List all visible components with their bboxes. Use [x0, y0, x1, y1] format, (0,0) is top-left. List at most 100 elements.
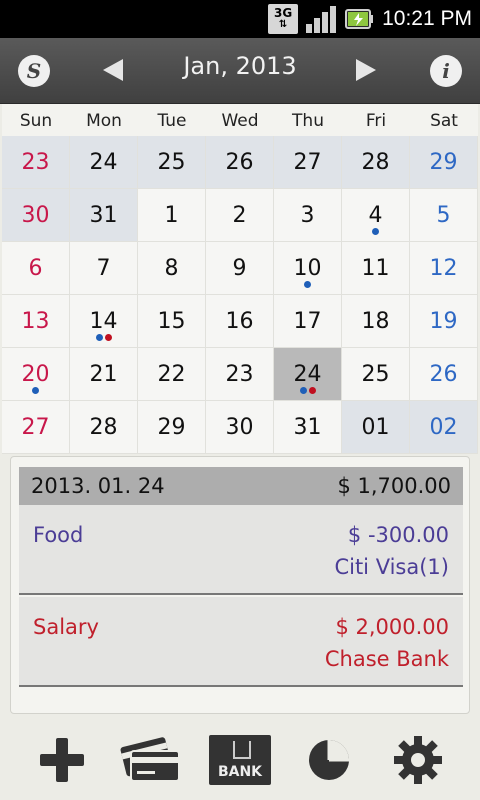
calendar-day[interactable]: 5 — [410, 189, 478, 242]
clock: 10:21 PM — [382, 7, 472, 30]
calendar-day[interactable]: 26 — [410, 348, 478, 401]
transaction-amount: $ -300.00 — [347, 523, 449, 547]
status-bar: 3G ⇅ 10:21 PM — [0, 0, 480, 38]
weekday-label: Wed — [221, 111, 259, 131]
calendar-day[interactable]: 1 — [138, 189, 206, 242]
day-number: 18 — [361, 308, 390, 334]
day-number: 26 — [225, 149, 254, 175]
calendar-day[interactable]: 27 — [2, 401, 70, 454]
day-number: 5 — [436, 202, 451, 228]
calendar-day[interactable]: 02 — [410, 401, 478, 454]
transaction-row[interactable]: Food $ -300.00 Citi Visa(1) — [19, 505, 463, 595]
battery-charging-icon — [345, 9, 374, 29]
day-number: 3 — [300, 202, 315, 228]
calendar-day[interactable]: 7 — [70, 242, 138, 295]
calendar-day[interactable]: 23 — [2, 136, 70, 189]
day-number: 4 — [368, 202, 383, 228]
calendar-day[interactable]: 15 — [138, 295, 206, 348]
bank-button[interactable]: BANK — [206, 728, 274, 792]
statistics-button[interactable] — [295, 728, 363, 792]
day-number: 23 — [225, 361, 254, 387]
network-label: 3G — [274, 6, 293, 20]
day-number: 22 — [157, 361, 186, 387]
day-number: 01 — [361, 414, 390, 440]
day-number: 2 — [232, 202, 247, 228]
calendar-day[interactable]: 4 — [342, 189, 410, 242]
calendar-day[interactable]: 10 — [274, 242, 342, 295]
gear-icon — [393, 736, 442, 784]
day-number: 10 — [293, 255, 322, 281]
day-detail-panel: 2013. 01. 24 $ 1,700.00 Food $ -300.00 C… — [10, 456, 470, 714]
add-transaction-button[interactable] — [28, 728, 96, 792]
calendar-day[interactable]: 18 — [342, 295, 410, 348]
calendar-day[interactable]: 29 — [410, 136, 478, 189]
income-dot-icon — [104, 334, 112, 341]
bottom-toolbar: BANK — [0, 720, 480, 800]
settings-button[interactable] — [384, 728, 452, 792]
calendar-day[interactable]: 25 — [342, 348, 410, 401]
calendar-day[interactable]: 2 — [206, 189, 274, 242]
signal-strength-icon — [306, 6, 337, 33]
expense-dot-icon — [372, 228, 379, 235]
calendar-day[interactable]: 30 — [206, 401, 274, 454]
calendar-day[interactable]: 25 — [138, 136, 206, 189]
status-icons: 3G ⇅ 10:21 PM — [268, 3, 472, 35]
calendar-day[interactable]: 31 — [70, 189, 138, 242]
day-number: 17 — [293, 308, 322, 334]
calendar-day[interactable]: 14 — [70, 295, 138, 348]
day-number: 7 — [96, 255, 111, 281]
calendar-day[interactable]: 29 — [138, 401, 206, 454]
calendar-day[interactable]: 16 — [206, 295, 274, 348]
s-logo-icon[interactable]: S — [18, 55, 50, 87]
transaction-indicators — [70, 334, 137, 341]
calendar-day[interactable]: 8 — [138, 242, 206, 295]
calendar-day[interactable]: 19 — [410, 295, 478, 348]
day-number: 15 — [157, 308, 186, 334]
day-number: 20 — [21, 361, 50, 387]
transaction-indicators — [342, 228, 409, 235]
calendar-day[interactable]: 11 — [342, 242, 410, 295]
calendar-day[interactable]: 28 — [70, 401, 138, 454]
calendar-day[interactable]: 22 — [138, 348, 206, 401]
calendar-day[interactable]: 30 — [2, 189, 70, 242]
selected-date: 2013. 01. 24 — [31, 474, 165, 498]
calendar-day[interactable]: 31 — [274, 401, 342, 454]
cards-button[interactable] — [117, 728, 185, 792]
calendar-day[interactable]: 24 — [70, 136, 138, 189]
calendar-day[interactable]: 13 — [2, 295, 70, 348]
weekday-label: Mon — [86, 111, 122, 131]
weekday-label: Fri — [365, 111, 387, 131]
day-number: 30 — [21, 202, 50, 228]
calendar-day[interactable]: 9 — [206, 242, 274, 295]
calendar-day[interactable]: 28 — [342, 136, 410, 189]
transaction-category: Food — [33, 523, 84, 547]
day-number: 14 — [89, 308, 118, 334]
transaction-row[interactable]: Salary $ 2,000.00 Chase Bank — [19, 597, 463, 687]
next-month-button[interactable] — [356, 59, 376, 81]
day-number: 24 — [293, 361, 322, 387]
calendar-day[interactable]: 17 — [274, 295, 342, 348]
expense-dot-icon — [95, 334, 103, 341]
calendar-day[interactable]: 6 — [2, 242, 70, 295]
day-number: 02 — [429, 414, 458, 440]
add-icon — [40, 738, 85, 782]
day-number: 6 — [28, 255, 43, 281]
calendar-day-selected[interactable]: 24 — [274, 348, 342, 401]
calendar-day[interactable]: 21 — [70, 348, 138, 401]
transaction-indicators — [274, 281, 341, 288]
calendar-day[interactable]: 27 — [274, 136, 342, 189]
transaction-amount: $ 2,000.00 — [335, 615, 449, 639]
calendar-day[interactable]: 01 — [342, 401, 410, 454]
info-icon[interactable]: i — [430, 55, 462, 87]
calendar-day[interactable]: 26 — [206, 136, 274, 189]
prev-month-button[interactable] — [103, 59, 123, 81]
day-number: 8 — [164, 255, 179, 281]
day-number: 11 — [361, 255, 390, 281]
calendar-day[interactable]: 20 — [2, 348, 70, 401]
calendar-day[interactable]: 23 — [206, 348, 274, 401]
calendar-day[interactable]: 12 — [410, 242, 478, 295]
day-number: 24 — [89, 149, 118, 175]
calendar-day[interactable]: 3 — [274, 189, 342, 242]
day-number: 25 — [157, 149, 186, 175]
income-dot-icon — [308, 387, 316, 394]
